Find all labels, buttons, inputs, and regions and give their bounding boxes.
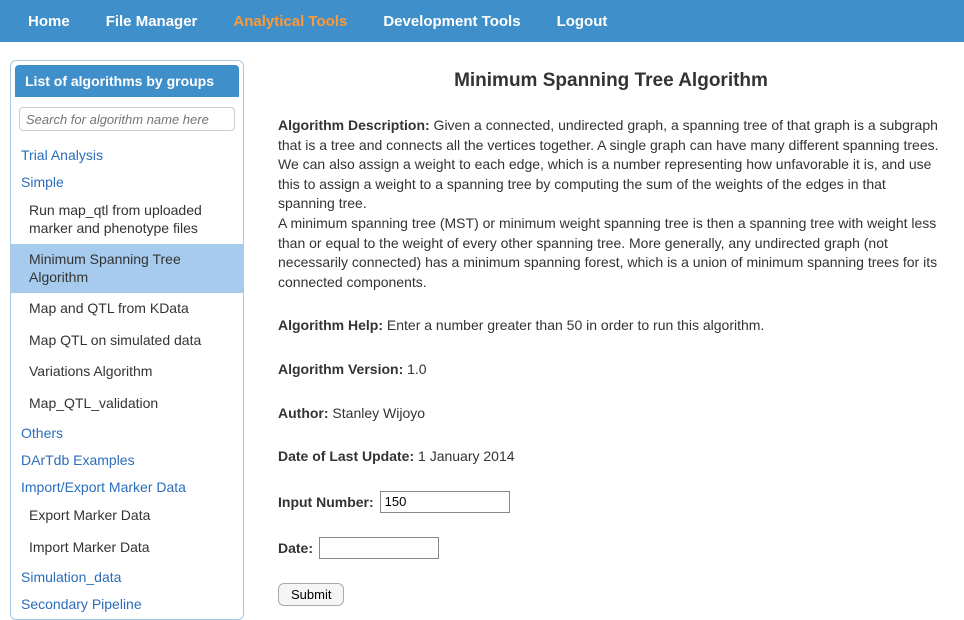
last-update-label: Date of Last Update: (278, 448, 414, 464)
algo-run-map-qtl[interactable]: Run map_qtl from uploaded marker and phe… (11, 195, 243, 244)
submit-row: Submit (278, 583, 944, 606)
algorithm-author: Author: Stanley Wijoyo (278, 404, 944, 424)
help-label: Algorithm Help: (278, 317, 383, 333)
nav-analytical-tools[interactable]: Analytical Tools (215, 1, 365, 42)
page-title: Minimum Spanning Tree Algorithm (278, 70, 944, 92)
algorithm-last-update: Date of Last Update: 1 January 2014 (278, 447, 944, 467)
input-number-field[interactable] (380, 491, 510, 513)
algo-map-qtl-kdata[interactable]: Map and QTL from KData (11, 293, 243, 325)
nav-logout[interactable]: Logout (539, 1, 626, 42)
algo-map-qtl-validation[interactable]: Map_QTL_validation (11, 388, 243, 420)
main-content: Minimum Spanning Tree Algorithm Algorith… (278, 60, 964, 620)
input-date-row: Date: (278, 537, 944, 559)
group-secondary[interactable]: Secondary Pipeline (11, 590, 243, 617)
input-date-field[interactable] (319, 537, 439, 559)
nav-development-tools[interactable]: Development Tools (365, 1, 538, 42)
group-simple[interactable]: Simple (11, 168, 243, 195)
nav-home[interactable]: Home (10, 1, 88, 42)
author-label: Author: (278, 405, 329, 421)
desc-label: Algorithm Description: (278, 117, 430, 133)
input-number-label: Input Number: (278, 494, 374, 510)
algo-map-qtl-simulated[interactable]: Map QTL on simulated data (11, 325, 243, 357)
group-dartdb[interactable]: DArTdb Examples (11, 446, 243, 473)
sidebar: List of algorithms by groups Trial Analy… (10, 60, 244, 620)
main-container: List of algorithms by groups Trial Analy… (0, 42, 964, 620)
group-others[interactable]: Others (11, 419, 243, 446)
input-number-row: Input Number: (278, 491, 944, 513)
group-list: Trial Analysis Simple Run map_qtl from u… (11, 139, 243, 619)
help-text: Enter a number greater than 50 in order … (383, 317, 764, 333)
algo-export-marker[interactable]: Export Marker Data (11, 500, 243, 532)
sidebar-header: List of algorithms by groups (15, 65, 239, 97)
last-update-text: 1 January 2014 (414, 448, 514, 464)
input-date-label: Date: (278, 540, 313, 556)
search-box (19, 107, 235, 131)
group-simulation[interactable]: Simulation_data (11, 563, 243, 590)
nav-file-manager[interactable]: File Manager (88, 1, 216, 42)
algorithm-description: Algorithm Description: Given a connected… (278, 116, 944, 292)
algo-variations[interactable]: Variations Algorithm (11, 356, 243, 388)
group-trial-analysis[interactable]: Trial Analysis (11, 141, 243, 168)
author-text: Stanley Wijoyo (329, 405, 425, 421)
version-label: Algorithm Version: (278, 361, 403, 377)
submit-button[interactable]: Submit (278, 583, 344, 606)
search-input[interactable] (19, 107, 235, 131)
algorithm-help: Algorithm Help: Enter a number greater t… (278, 316, 944, 336)
desc-text-2: A minimum spanning tree (MST) or minimum… (278, 215, 937, 290)
algorithm-version: Algorithm Version: 1.0 (278, 360, 944, 380)
version-text: 1.0 (403, 361, 426, 377)
group-import-export[interactable]: Import/Export Marker Data (11, 473, 243, 500)
algo-mst[interactable]: Minimum Spanning Tree Algorithm (11, 244, 243, 293)
navbar: Home File Manager Analytical Tools Devel… (0, 0, 964, 42)
algo-import-marker[interactable]: Import Marker Data (11, 532, 243, 564)
